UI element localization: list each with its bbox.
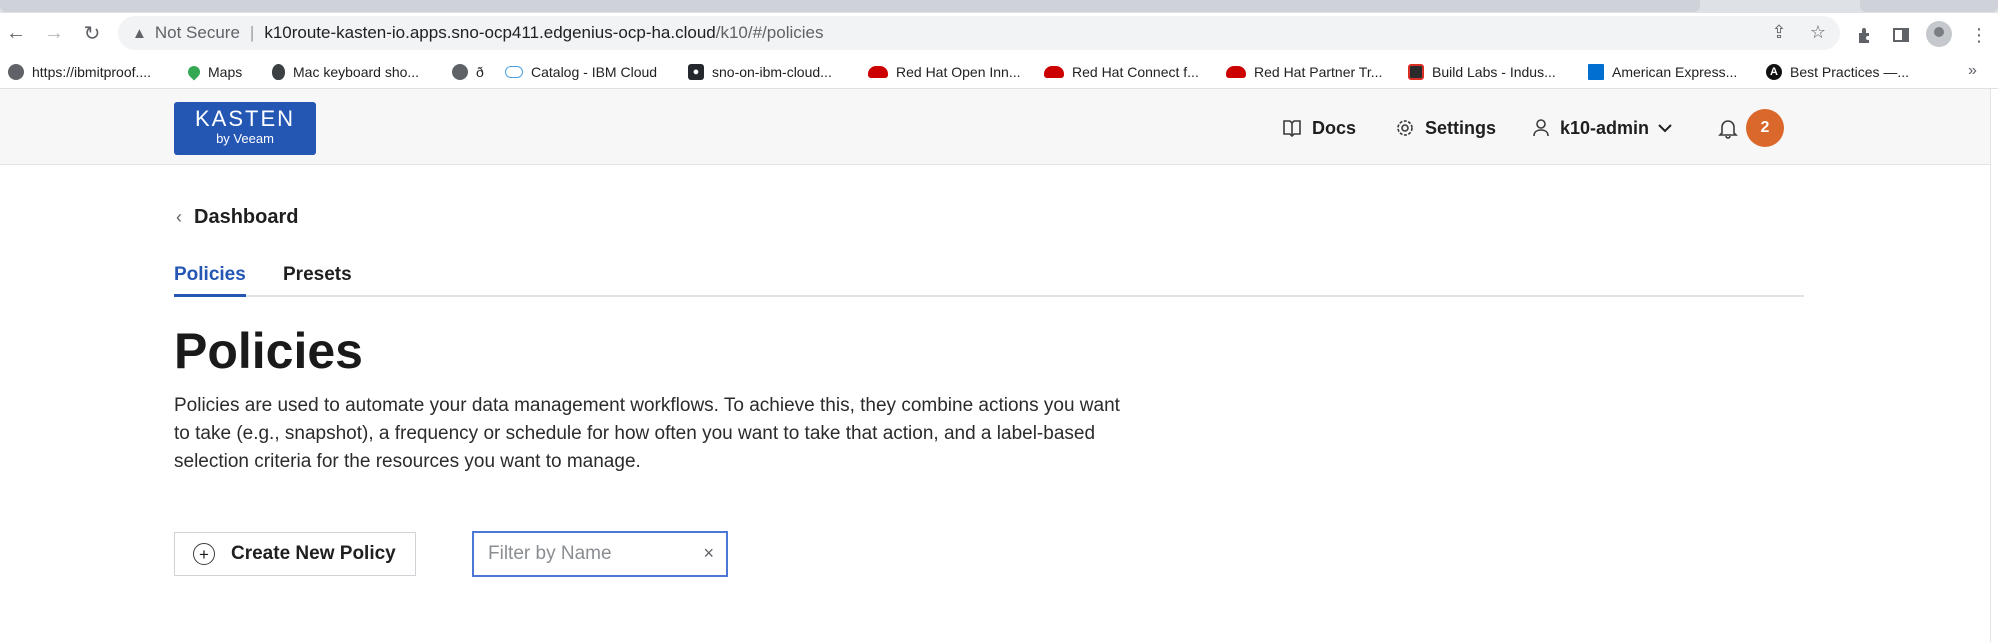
bookmark-item[interactable]: https://ibmitproof....: [8, 62, 151, 82]
bookmark-label: Best Practices —...: [1790, 64, 1910, 80]
globe-icon: [452, 64, 468, 80]
page-description: Policies are used to automate your data …: [174, 395, 1120, 472]
profile-avatar-icon[interactable]: [1926, 21, 1952, 47]
back-to-dashboard-link[interactable]: ‹ Dashboard: [176, 206, 298, 229]
bookmark-label: Catalog - IBM Cloud: [531, 64, 658, 80]
github-icon: ●: [688, 64, 704, 80]
chevron-down-icon: [1658, 124, 1672, 133]
buildlabs-icon: [1408, 64, 1424, 80]
extensions-icon[interactable]: [1852, 22, 1878, 48]
settings-label: Settings: [1425, 117, 1497, 138]
user-icon: [1533, 119, 1549, 137]
bookmarks-bar: https://ibmitproof.... Maps Mac keyboard…: [0, 53, 1998, 89]
docs-link[interactable]: Docs: [1282, 116, 1356, 140]
chevron-left-icon: ‹: [176, 207, 182, 227]
forward-arrow-icon[interactable]: →: [40, 19, 68, 47]
redhat-icon: [1226, 66, 1246, 78]
user-label: k10-admin: [1560, 117, 1650, 138]
logo-wordmark: KASTEN: [194, 106, 296, 131]
bookmark-label: sno-on-ibm-cloud...: [712, 64, 832, 80]
notification-badge[interactable]: 2: [1746, 109, 1784, 147]
bookmark-item[interactable]: Maps: [185, 62, 243, 82]
redhat-icon: [1044, 66, 1064, 78]
a-icon: A: [1766, 64, 1782, 80]
plus-circle-icon: +: [193, 543, 215, 565]
bookmark-label: Red Hat Connect f...: [1072, 64, 1199, 80]
logo-subtitle: by Veeam: [216, 131, 274, 146]
bookmark-item[interactable]: Catalog - IBM Cloud: [505, 62, 657, 82]
address-host: k10route-kasten-io.apps.sno-ocp411.edgen…: [264, 23, 716, 42]
menu-kebab-icon[interactable]: ⋮: [1966, 22, 1992, 48]
browser-tab-strip: [0, 0, 1998, 13]
clear-icon[interactable]: ×: [703, 543, 714, 564]
apple-icon: [272, 64, 285, 80]
globe-icon: [8, 64, 24, 80]
page-edge: [1990, 89, 1998, 642]
bookmark-item[interactable]: American Express...: [1588, 62, 1737, 82]
bookmark-label: American Express...: [1612, 64, 1738, 80]
bookmark-label: Build Labs - Indus...: [1432, 64, 1556, 80]
redhat-icon: [868, 66, 888, 78]
reload-icon[interactable]: ↻: [78, 19, 106, 47]
gear-icon: [1397, 120, 1413, 136]
address-bar[interactable]: ▲ Not Secure | k10route-kasten-io.apps.s…: [118, 16, 1840, 50]
docs-label: Docs: [1312, 117, 1357, 138]
bookmark-item[interactable]: Build Labs - Indus...: [1408, 62, 1556, 82]
tab-presets[interactable]: Presets: [283, 264, 352, 297]
security-label: Not Secure: [154, 23, 240, 42]
filter-input[interactable]: [488, 543, 688, 565]
bookmark-label: https://ibmitproof....: [32, 64, 152, 80]
back-label: Dashboard: [194, 206, 299, 228]
bookmark-item[interactable]: A Best Practices —...: [1766, 62, 1909, 82]
bookmark-item[interactable]: Red Hat Connect f...: [1044, 62, 1199, 82]
bookmark-label: Red Hat Partner Tr...: [1254, 64, 1383, 80]
kasten-logo[interactable]: KASTEN by Veeam: [174, 102, 316, 155]
address-separator: |: [249, 23, 255, 42]
bookmark-item[interactable]: Mac keyboard sho...: [272, 62, 419, 82]
cloud-icon: [505, 66, 523, 78]
bookmark-item[interactable]: ● sno-on-ibm-cloud...: [688, 62, 832, 82]
bookmark-label: ð: [476, 64, 484, 80]
bookmark-label: Mac keyboard sho...: [293, 64, 420, 80]
side-panel-icon[interactable]: [1888, 22, 1914, 48]
star-icon[interactable]: ☆: [1807, 21, 1829, 43]
user-menu[interactable]: k10-admin: [1532, 116, 1673, 140]
tab-bar: Policies Presets: [174, 262, 1804, 297]
bookmark-label: Red Hat Open Inn...: [896, 64, 1021, 80]
create-button-label: Create New Policy: [231, 543, 396, 564]
bookmark-label: Maps: [208, 64, 243, 80]
tab-policies[interactable]: Policies: [174, 264, 246, 297]
share-icon[interactable]: ⇪: [1768, 21, 1790, 43]
bookmark-item[interactable]: Red Hat Partner Tr...: [1226, 62, 1382, 82]
book-icon: [1283, 120, 1301, 138]
create-new-policy-button[interactable]: + Create New Policy: [174, 532, 416, 576]
bookmark-item[interactable]: ð: [452, 62, 484, 82]
browser-toolbar: ← → ↻ ▲ Not Secure | k10route-kasten-io.…: [0, 13, 1998, 53]
settings-link[interactable]: Settings: [1395, 116, 1496, 140]
warning-icon: ▲: [132, 24, 147, 42]
amex-icon: [1588, 64, 1604, 80]
browser-tab[interactable]: [1860, 0, 1998, 12]
app-header: KASTEN by Veeam Docs Settings k10-admin …: [0, 89, 1998, 165]
more-bookmarks-icon[interactable]: »: [1968, 62, 1977, 80]
bookmark-item[interactable]: Red Hat Open Inn...: [868, 62, 1021, 82]
browser-tab[interactable]: [0, 0, 1700, 12]
back-arrow-icon[interactable]: ←: [2, 19, 30, 47]
page-title: Policies: [174, 323, 363, 379]
maps-icon: [185, 63, 203, 81]
bell-icon[interactable]: [1717, 117, 1739, 139]
filter-by-name-field[interactable]: ×: [472, 531, 728, 577]
address-path: /k10/#/policies: [715, 23, 824, 42]
